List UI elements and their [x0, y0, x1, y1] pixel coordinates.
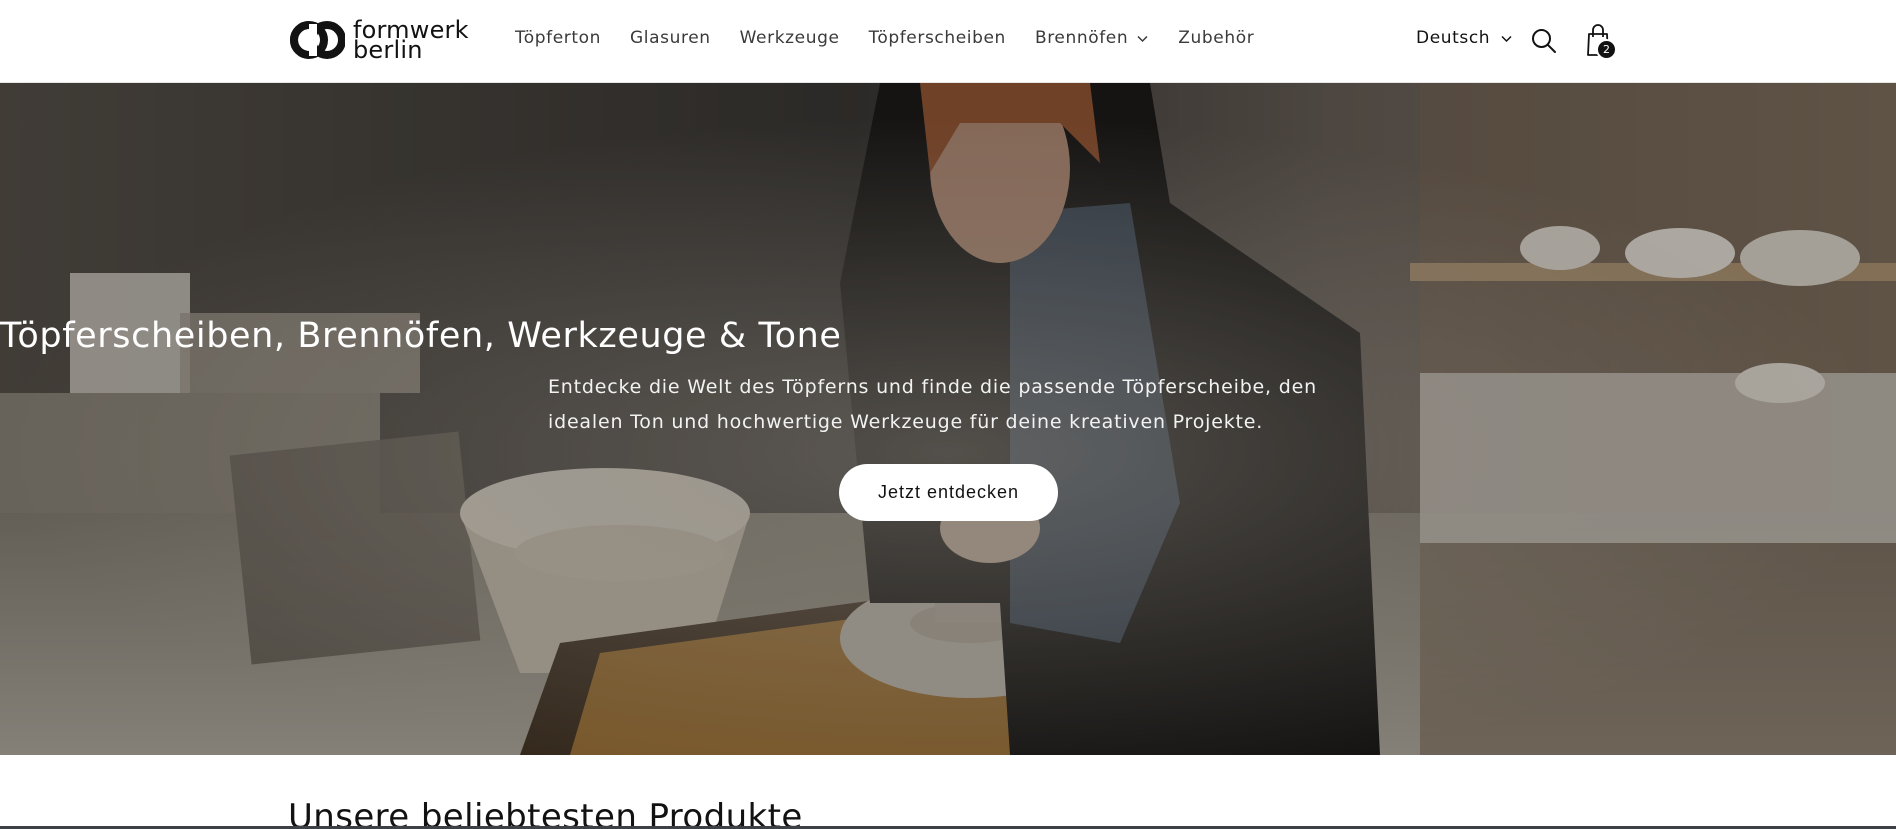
chevron-down-icon [1501, 35, 1512, 42]
cta-button[interactable]: Jetzt entdecken [839, 464, 1058, 521]
nav-item-label: Töpferton [515, 28, 602, 48]
nav-item-label: Zubehör [1178, 28, 1255, 48]
main-nav: Töpferton Glasuren Werkzeuge Töpferschei… [515, 28, 1254, 48]
nav-item-label: Brennöfen [1034, 28, 1129, 48]
hero-subtitle: Entdecke die Welt des Töpferns und finde… [548, 376, 1317, 433]
nav-item-werkzeuge[interactable]: Werkzeuge [740, 28, 840, 48]
search-icon [1532, 29, 1556, 53]
chevron-down-icon [1137, 35, 1148, 42]
hero-banner: Töpferscheiben, Brennöfen, Werkzeuge & T… [0, 83, 1896, 755]
logo-mark-icon [290, 21, 345, 59]
nav-item-toepferscheiben[interactable]: Töpferscheiben [869, 28, 1006, 48]
hero-title: Töpferscheiben, Brennöfen, Werkzeuge & T… [0, 316, 842, 356]
nav-item-label: Werkzeuge [739, 28, 840, 48]
nav-item-label: Töpferscheiben [868, 28, 1006, 48]
brand-name: formwerk berlin [353, 18, 469, 64]
search-button[interactable] [1530, 27, 1558, 55]
nav-item-zubehoer[interactable]: Zubehör [1178, 28, 1254, 48]
site-header: formwerk berlin Töpferton Glasuren Werkz… [0, 0, 1896, 83]
language-selector[interactable]: Deutsch [1416, 28, 1513, 48]
brand-line-2: berlin [353, 36, 423, 64]
section-title: Unsere beliebtesten Produkte [288, 797, 803, 829]
nav-item-brennoefen[interactable]: Brennöfen [1035, 28, 1149, 48]
nav-item-label: Glasuren [630, 28, 711, 48]
nav-item-glasuren[interactable]: Glasuren [630, 28, 711, 48]
language-label: Deutsch [1416, 28, 1491, 48]
brand-logo[interactable]: formwerk berlin [289, 18, 469, 64]
cart-count-badge: 2 [1596, 39, 1617, 60]
nav-item-toepferton[interactable]: Töpferton [515, 28, 601, 48]
